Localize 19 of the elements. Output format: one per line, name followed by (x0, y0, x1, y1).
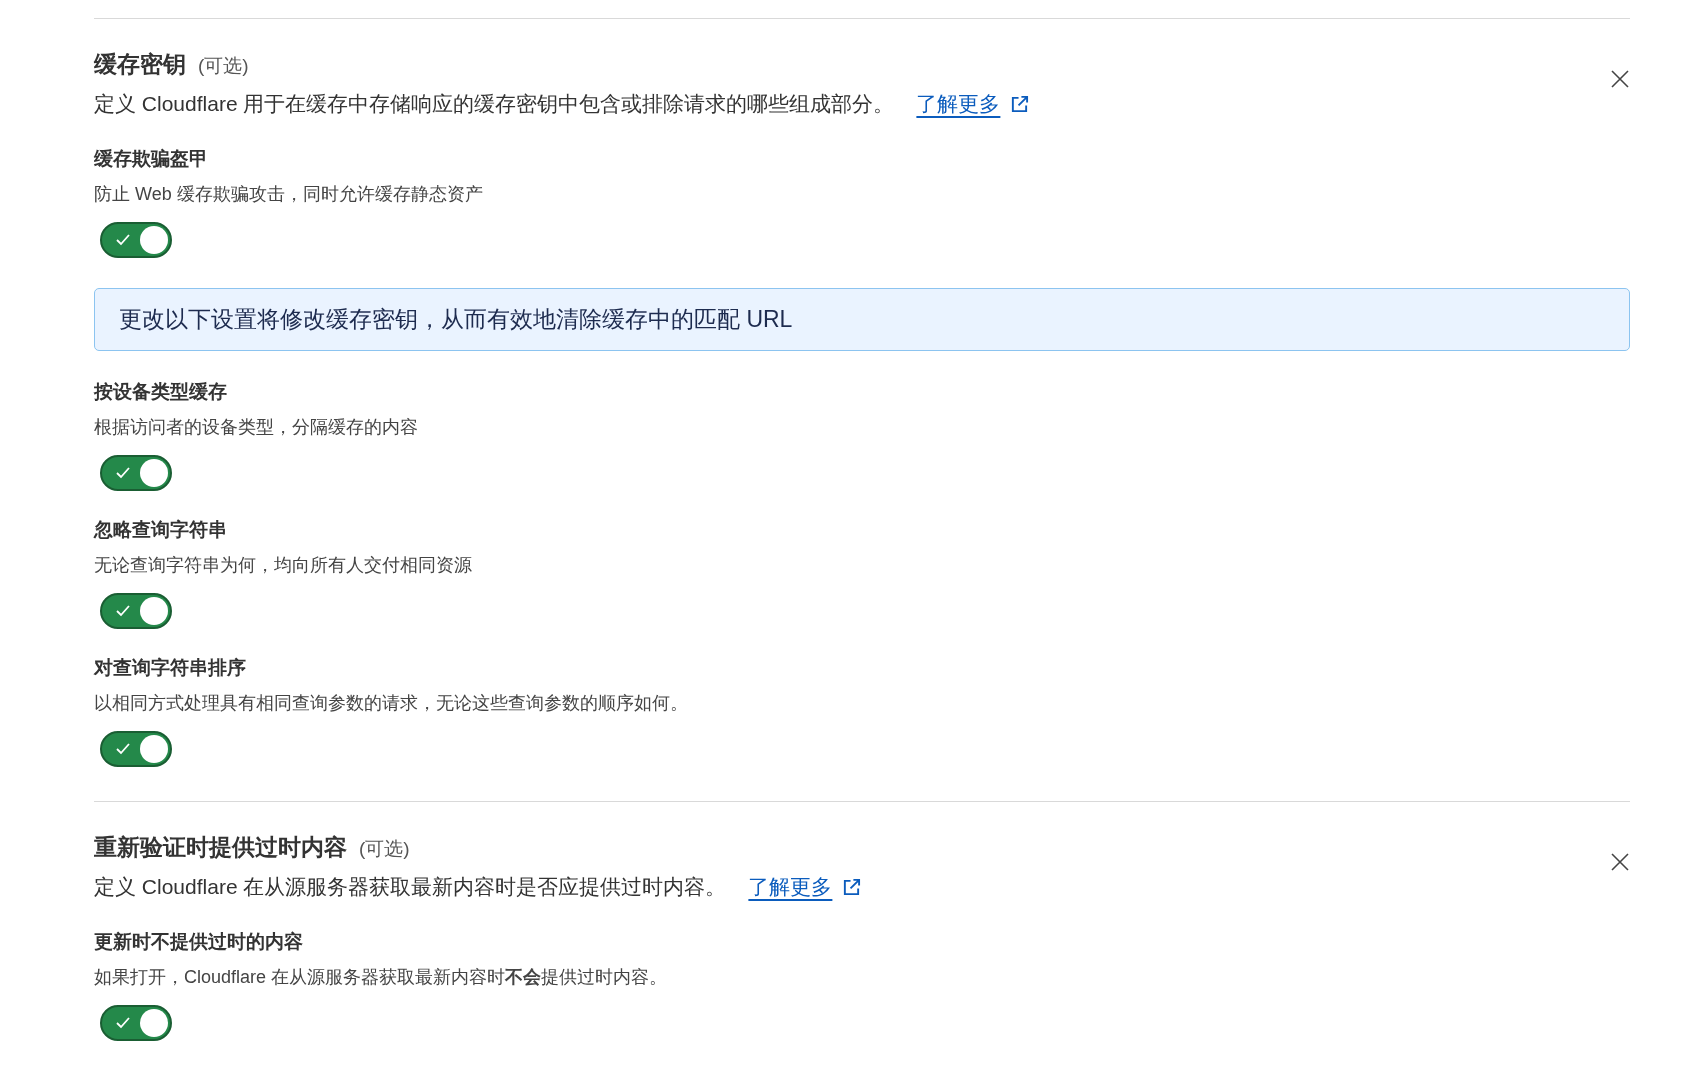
section-title: 重新验证时提供过时内容 (94, 833, 347, 862)
setting-description: 防止 Web 缓存欺骗攻击，同时允许缓存静态资产 (94, 183, 484, 206)
setting-title: 缓存欺骗盔甲 (94, 147, 209, 171)
setting-description: 如果打开，Cloudflare 在从源服务器获取最新内容时不会提供过时内容。 (94, 966, 669, 989)
setting-title: 更新时不提供过时的内容 (94, 930, 304, 954)
section-title: 缓存密钥 (94, 50, 186, 79)
setting-description: 以相同方式处理具有相同查询参数的请求，无论这些查询参数的顺序如何。 (94, 692, 689, 715)
learn-more-link[interactable]: 了解更多 (748, 873, 833, 901)
optional-label: (可选) (198, 54, 249, 78)
section-description: 定义 Cloudflare 在从源服务器获取最新内容时是否应提供过时内容。 (94, 874, 727, 900)
setting-description: 无论查询字符串为何，均向所有人交付相同资源 (94, 554, 473, 577)
setting-title: 对查询字符串排序 (94, 656, 247, 680)
section-description: 定义 Cloudflare 用于在缓存中存储响应的缓存密钥中包含或排除请求的哪些组成部分。 (94, 91, 895, 117)
learn-more-link[interactable]: 了解更多 (916, 90, 1001, 118)
setting-description: 根据访问者的设备类型，分隔缓存的内容 (94, 416, 419, 439)
optional-label: (可选) (359, 837, 410, 861)
setting-title: 忽略查询字符串 (94, 518, 228, 542)
info-banner: 更改以下设置将修改缓存密钥，从而有效地清除缓存中的匹配 URL (94, 288, 1630, 351)
setting-title: 按设备类型缓存 (94, 380, 228, 404)
